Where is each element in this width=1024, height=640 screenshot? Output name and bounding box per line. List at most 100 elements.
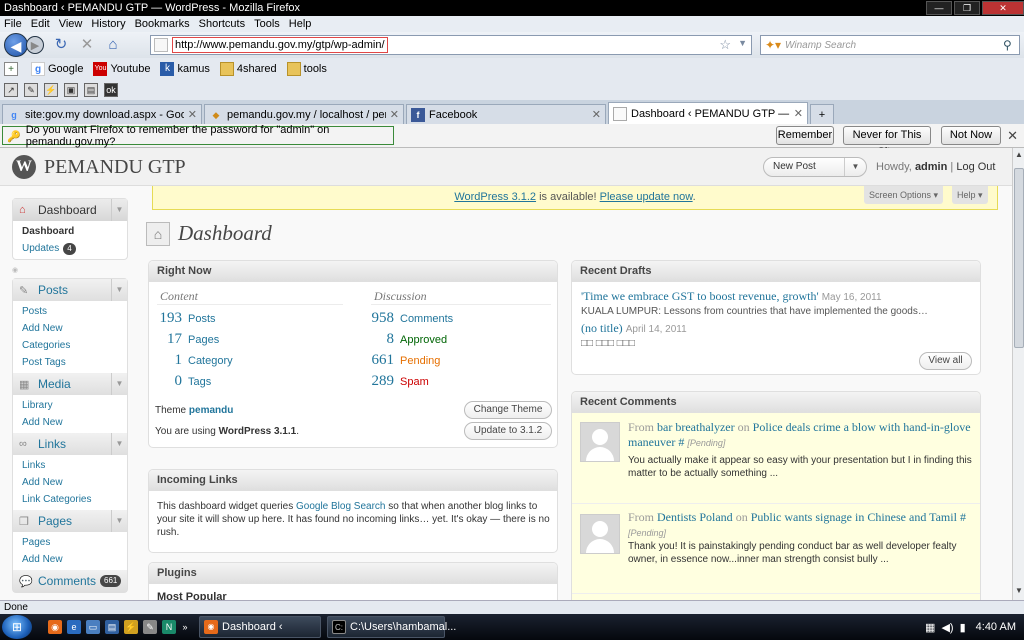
submenu-add-new-link[interactable]: Add New bbox=[13, 474, 127, 491]
discussion-row-comments[interactable]: 958 Comments bbox=[366, 310, 454, 327]
new-post-button[interactable]: New Post ▼ bbox=[763, 157, 867, 177]
tab-dashboard[interactable]: Dashboard ‹ PEMANDU GTP — W... ✕ bbox=[608, 102, 808, 124]
update-wordpress-button[interactable]: Update to 3.1.2 bbox=[464, 422, 552, 440]
menu-file[interactable]: File bbox=[4, 18, 22, 30]
submenu-dashboard[interactable]: Dashboard bbox=[13, 223, 127, 240]
content-row-category[interactable]: 1 Category bbox=[154, 352, 233, 369]
minimize-button[interactable]: — bbox=[926, 1, 952, 15]
bookmark-star-icon[interactable]: ☆ bbox=[719, 37, 731, 53]
sidebar-item-pages[interactable]: ❐ Pages ▼ bbox=[13, 510, 127, 532]
menu-view[interactable]: View bbox=[59, 18, 83, 30]
widget-title[interactable]: Right Now bbox=[149, 261, 557, 282]
submenu-post-tags[interactable]: Post Tags bbox=[13, 354, 127, 371]
submenu-links[interactable]: Links bbox=[13, 457, 127, 474]
chevron-down-icon[interactable]: ▼ bbox=[844, 158, 866, 176]
chevron-down-icon[interactable]: ▼ bbox=[111, 199, 127, 221]
explorer-quicklaunch-icon[interactable]: e bbox=[67, 620, 81, 634]
tray-network-icon[interactable]: ▦ bbox=[925, 621, 935, 634]
tab-close-icon[interactable]: ✕ bbox=[390, 108, 399, 121]
new-tab-button[interactable]: + bbox=[810, 104, 834, 124]
submenu-pages[interactable]: Pages bbox=[13, 534, 127, 551]
widget-title[interactable]: Incoming Links bbox=[149, 470, 557, 491]
discussion-row-pending[interactable]: 661 Pending bbox=[366, 352, 441, 369]
discussion-row-spam[interactable]: 289 Spam bbox=[366, 373, 429, 390]
view-all-drafts-button[interactable]: View all bbox=[919, 352, 972, 370]
menu-edit[interactable]: Edit bbox=[31, 18, 50, 30]
chevron-down-icon[interactable]: ▼ bbox=[111, 279, 127, 301]
search-bar[interactable]: ✦▾ Winamp Search ⚲ bbox=[760, 35, 1020, 55]
menu-shortcuts[interactable]: Shortcuts bbox=[199, 18, 245, 30]
menu-tools[interactable]: Tools bbox=[254, 18, 280, 30]
show-desktop-icon[interactable]: ▭ bbox=[86, 620, 100, 634]
remember-button[interactable]: Remember bbox=[776, 126, 834, 145]
not-now-button[interactable]: Not Now bbox=[941, 126, 1001, 145]
submenu-categories[interactable]: Categories bbox=[13, 337, 127, 354]
change-theme-button[interactable]: Change Theme bbox=[464, 401, 552, 419]
submenu-updates[interactable]: Updates 4 bbox=[13, 240, 127, 257]
close-window-button[interactable]: ✕ bbox=[982, 1, 1024, 15]
home-icon[interactable]: ⌂ bbox=[104, 36, 122, 54]
tab-facebook[interactable]: f Facebook ✕ bbox=[406, 104, 606, 124]
comment-post-link[interactable]: Public wants signage in Chinese and Tami… bbox=[751, 510, 957, 524]
back-button[interactable]: ◀ bbox=[4, 33, 28, 57]
widget-title[interactable]: Recent Comments bbox=[572, 392, 980, 413]
forward-button[interactable]: ▶ bbox=[26, 36, 44, 54]
url-field[interactable]: http://www.pemandu.gov.my/gtp/wp-admin/ bbox=[172, 37, 388, 53]
scrollbar-thumb[interactable] bbox=[1014, 168, 1024, 348]
sidebar-item-comments[interactable]: 💬 Comments 661 bbox=[13, 570, 127, 592]
bookmark-4shared[interactable]: 4shared bbox=[219, 62, 277, 76]
bookmark-kamus[interactable]: k kamus bbox=[160, 62, 210, 76]
content-row-posts[interactable]: 193 Posts bbox=[154, 310, 216, 327]
firefox-quicklaunch-icon[interactable]: ◉ bbox=[48, 620, 62, 634]
draft-title-link[interactable]: 'Time we embrace GST to boost revenue, g… bbox=[581, 289, 819, 303]
chevron-down-icon[interactable]: ▼ bbox=[111, 433, 127, 455]
submenu-posts[interactable]: Posts bbox=[13, 303, 127, 320]
page-scrollbar[interactable]: ▲ ▼ bbox=[1012, 148, 1024, 600]
chevron-down-icon[interactable]: ▼ bbox=[111, 510, 127, 532]
start-button[interactable]: ⊞ bbox=[2, 615, 32, 639]
menu-history[interactable]: History bbox=[91, 18, 125, 30]
site-name[interactable]: PEMANDU GTP bbox=[44, 156, 186, 179]
tab-phpmyadmin[interactable]: ◆ pemandu.gov.my / localhost / pem... ✕ bbox=[204, 104, 404, 124]
tray-volume-icon[interactable]: ◀) bbox=[941, 621, 953, 634]
chevron-down-icon[interactable]: ▼ bbox=[111, 373, 127, 395]
addon-tool-icon[interactable]: ✎ bbox=[24, 83, 38, 97]
more-quicklaunch-icon[interactable]: » bbox=[181, 620, 189, 634]
never-for-this-site-button[interactable]: Never for This Site bbox=[843, 126, 931, 158]
menu-help[interactable]: Help bbox=[289, 18, 312, 30]
logout-link[interactable]: Log Out bbox=[956, 161, 995, 173]
close-notification-icon[interactable]: ✕ bbox=[1007, 128, 1018, 144]
comment-permalink[interactable]: # bbox=[678, 435, 684, 449]
tab-close-icon[interactable]: ✕ bbox=[188, 108, 197, 121]
taskbar-firefox-window[interactable]: ◉ Dashboard ‹ PEMA... bbox=[199, 616, 321, 638]
discussion-row-approved[interactable]: 8 Approved bbox=[366, 331, 448, 348]
switch-windows-icon[interactable]: ▤ bbox=[105, 620, 119, 634]
help-button[interactable]: Help ▾ bbox=[952, 186, 988, 204]
comment-author-link[interactable]: bar breathalyzer bbox=[657, 420, 735, 434]
addon-image-icon[interactable]: ▣ bbox=[64, 83, 78, 97]
taskbar-cmd-window[interactable]: C: C:\Users\hambamal... bbox=[327, 616, 456, 638]
maximize-button[interactable]: ❐ bbox=[954, 1, 980, 15]
addon-network-icon[interactable]: ⚡ bbox=[44, 83, 58, 97]
username-link[interactable]: admin bbox=[915, 161, 947, 173]
url-dropdown-icon[interactable]: ▼ bbox=[738, 38, 747, 48]
content-row-tags[interactable]: 0 Tags bbox=[154, 373, 212, 390]
addon-page-icon[interactable]: ▤ bbox=[84, 83, 98, 97]
bookmark-youtube[interactable]: You Youtube bbox=[93, 62, 150, 76]
tray-power-icon[interactable]: ▮ bbox=[960, 621, 966, 634]
tab-close-icon[interactable]: ✕ bbox=[592, 108, 601, 121]
addon-arrow-icon[interactable]: ↗ bbox=[4, 83, 18, 97]
bookmark-most-visited[interactable]: + bbox=[4, 62, 21, 76]
google-blog-search-link[interactable]: Google Blog Search bbox=[296, 501, 386, 512]
widget-title[interactable]: Recent Drafts bbox=[572, 261, 980, 282]
submenu-add-new-page[interactable]: Add New bbox=[13, 551, 127, 568]
scroll-up-icon[interactable]: ▲ bbox=[1013, 150, 1024, 162]
bookmark-google[interactable]: g Google bbox=[31, 62, 83, 76]
screen-options-button[interactable]: Screen Options ▾ bbox=[864, 186, 944, 204]
submenu-library[interactable]: Library bbox=[13, 397, 127, 414]
comment-author-link[interactable]: Dentists Poland bbox=[657, 510, 733, 524]
sidebar-item-media[interactable]: ▦ Media ▼ bbox=[13, 373, 127, 395]
draft-title-link[interactable]: (no title) bbox=[581, 321, 623, 335]
search-input[interactable]: Winamp Search bbox=[785, 40, 1003, 51]
tab-close-icon[interactable]: ✕ bbox=[794, 107, 803, 120]
